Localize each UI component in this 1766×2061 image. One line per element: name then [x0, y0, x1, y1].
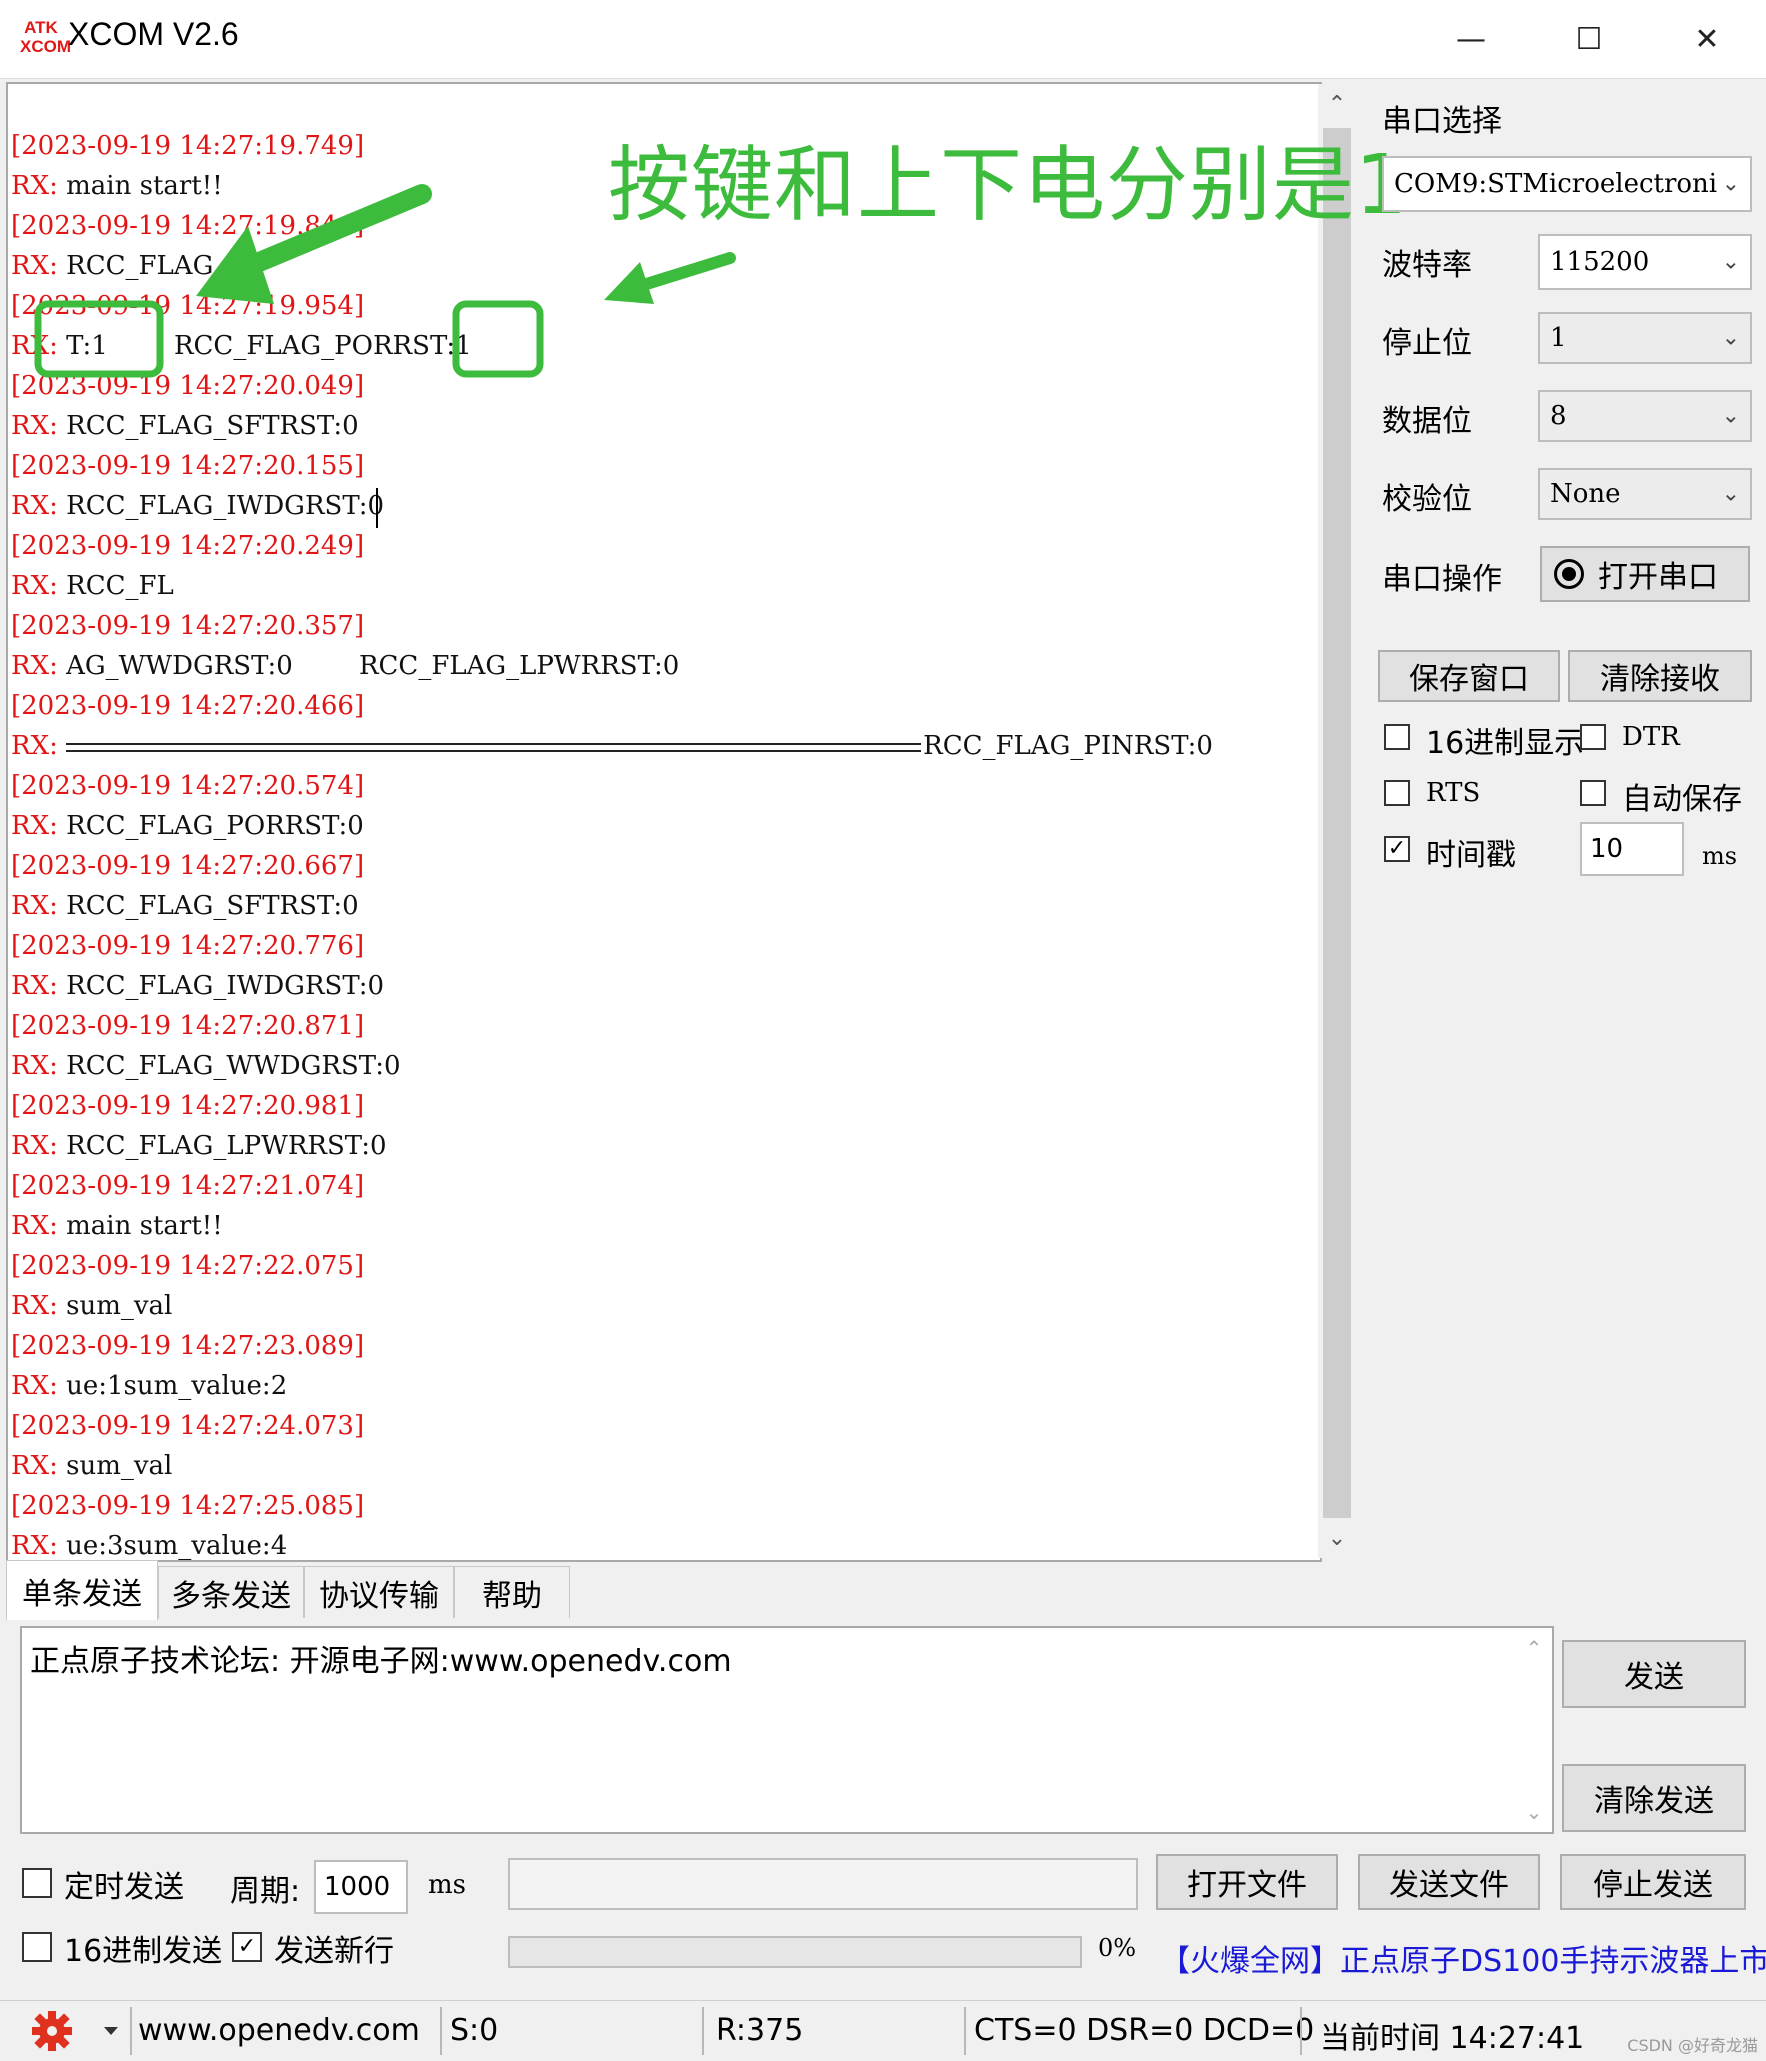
period-input[interactable]: 1000: [314, 1860, 408, 1914]
timestamp-label: 时间戳: [1426, 838, 1516, 873]
chevron-down-icon: ⌄: [1721, 403, 1740, 429]
file-path-field[interactable]: [508, 1858, 1138, 1910]
hex-send-label: 16进制发送: [64, 1934, 223, 1969]
timed-send-label: 定时发送: [64, 1870, 184, 1905]
port-select-combo[interactable]: COM9:STMicroelectroni ⌄: [1382, 156, 1752, 212]
status-bar: www.openedv.com S:0 R:375 CTS=0 DSR=0 DC…: [0, 2000, 1766, 2061]
clear-send-button[interactable]: 清除发送: [1562, 1764, 1746, 1832]
record-icon: [1554, 559, 1584, 589]
status-signals: CTS=0 DSR=0 DCD=0: [974, 2013, 1315, 2048]
port-operation-label: 串口操作: [1382, 562, 1502, 597]
status-separator: [130, 2007, 132, 2055]
progress-percent: 0%: [1098, 1934, 1137, 1962]
hex-send-checkbox[interactable]: [22, 1932, 52, 1962]
dropdown-arrow-icon[interactable]: [104, 2027, 118, 2035]
open-port-button[interactable]: 打开串口: [1540, 546, 1750, 602]
status-received-count: R:375: [716, 2013, 804, 2048]
auto-save-label: 自动保存: [1622, 782, 1742, 817]
data-bits-value: 8: [1550, 401, 1567, 431]
ad-link[interactable]: 【火爆全网】正点原子DS100手持示波器上市: [1160, 1936, 1766, 1980]
baud-rate-value: 115200: [1550, 247, 1650, 277]
status-sent-count: S:0: [450, 2013, 499, 2048]
parity-value: None: [1550, 479, 1621, 509]
annotation-box-right: [452, 300, 544, 378]
hex-display-checkbox[interactable]: [1384, 724, 1410, 750]
annotation-arrow-right: [604, 252, 736, 304]
stop-bits-combo[interactable]: 1 ⌄: [1538, 312, 1752, 364]
stop-bits-value: 1: [1550, 323, 1567, 353]
stop-send-button[interactable]: 停止发送: [1560, 1854, 1746, 1910]
send-file-button[interactable]: 发送文件: [1358, 1854, 1540, 1910]
checkmark-icon: ✓: [237, 1934, 257, 1959]
chevron-down-icon: ⌄: [1721, 249, 1740, 275]
data-bits-combo[interactable]: 8 ⌄: [1538, 390, 1752, 442]
send-newline-label: 发送新行: [274, 1934, 394, 1969]
status-current-time: 当前时间 14:27:41: [1320, 2021, 1585, 2056]
period-label: 周期:: [230, 1874, 301, 1909]
chevron-down-icon: ⌄: [1721, 481, 1740, 507]
hex-display-label: 16进制显示: [1426, 726, 1585, 761]
status-separator: [702, 2007, 704, 2055]
checkmark-icon: ✓: [1387, 836, 1407, 861]
watermark: CSDN @好奇龙猫: [1627, 2036, 1758, 2055]
baud-rate-combo[interactable]: 115200 ⌄: [1538, 234, 1752, 290]
scroll-down-icon[interactable]: ⌄: [1516, 1800, 1552, 1824]
tab-protocol[interactable]: 协议传输: [304, 1566, 454, 1618]
period-unit: ms: [428, 1870, 466, 1900]
data-bits-label: 数据位: [1382, 404, 1472, 439]
tab-multi-send[interactable]: 多条发送: [158, 1566, 304, 1618]
send-textarea[interactable]: 正点原子技术论坛: 开源电子网:www.openedv.com ⌃ ⌄: [20, 1626, 1554, 1834]
parity-combo[interactable]: None ⌄: [1538, 468, 1752, 520]
timestamp-checkbox[interactable]: ✓: [1384, 836, 1410, 862]
annotation-box-left: [34, 300, 164, 378]
stop-bits-label: 停止位: [1382, 326, 1472, 361]
send-progress-bar: [508, 1936, 1082, 1968]
status-separator: [964, 2007, 966, 2055]
status-website[interactable]: www.openedv.com: [138, 2013, 420, 2048]
rts-label: RTS: [1426, 778, 1481, 808]
dtr-checkbox[interactable]: [1580, 724, 1606, 750]
save-window-button[interactable]: 保存窗口: [1378, 650, 1560, 702]
port-select-label: 串口选择: [1382, 104, 1502, 139]
clear-receive-button[interactable]: 清除接收: [1568, 650, 1752, 702]
dtr-label: DTR: [1622, 722, 1680, 752]
annotation-arrow-left: [196, 184, 432, 304]
send-button[interactable]: 发送: [1562, 1640, 1746, 1708]
chevron-down-icon: ⌄: [1721, 325, 1740, 351]
open-port-label: 打开串口: [1598, 560, 1718, 595]
chevron-down-icon: ⌄: [1721, 171, 1740, 197]
open-file-button[interactable]: 打开文件: [1156, 1854, 1338, 1910]
send-scrollbar[interactable]: ⌃ ⌄: [1516, 1628, 1552, 1832]
timed-send-checkbox[interactable]: [22, 1868, 52, 1898]
port-select-value: COM9:STMicroelectroni: [1394, 169, 1718, 199]
timestamp-interval-input[interactable]: 10: [1580, 822, 1684, 876]
gear-icon[interactable]: [28, 2009, 78, 2053]
send-text: 正点原子技术论坛: 开源电子网:www.openedv.com: [30, 1644, 732, 1679]
scroll-up-icon[interactable]: ⌃: [1516, 1636, 1552, 1660]
send-newline-checkbox[interactable]: ✓: [232, 1932, 262, 1962]
baud-rate-label: 波特率: [1382, 248, 1472, 283]
auto-save-checkbox[interactable]: [1580, 780, 1606, 806]
status-separator: [1300, 2007, 1302, 2055]
timestamp-unit: ms: [1702, 842, 1738, 870]
tab-help[interactable]: 帮助: [454, 1566, 570, 1618]
tab-single-send[interactable]: 单条发送: [6, 1560, 158, 1620]
parity-label: 校验位: [1382, 482, 1472, 517]
status-separator: [440, 2007, 442, 2055]
rts-checkbox[interactable]: [1384, 780, 1410, 806]
